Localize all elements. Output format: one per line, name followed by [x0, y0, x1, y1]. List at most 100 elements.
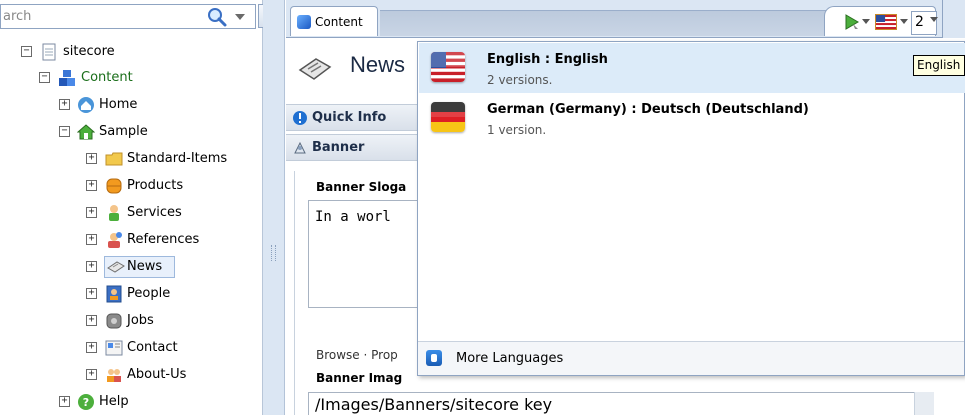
content-tree-pane: arch − sitecore − Content + Home − Sampl…: [0, 0, 276, 415]
tree-item-label: Sample: [99, 124, 148, 139]
tree-item-label: Content: [81, 70, 133, 85]
expand-icon[interactable]: +: [59, 99, 70, 110]
search-icon[interactable]: [206, 6, 228, 28]
sample-house-icon: [77, 124, 95, 140]
tree-item-people[interactable]: + People: [0, 282, 258, 306]
tree-item-standard-items[interactable]: + Standard-Items: [0, 147, 258, 171]
banner-section-icon: [294, 141, 306, 154]
collapse-icon[interactable]: −: [39, 72, 50, 83]
language-name: English : English: [487, 52, 608, 67]
expand-icon[interactable]: +: [86, 180, 97, 191]
tree-item-label: About-Us: [127, 367, 187, 382]
expand-icon[interactable]: +: [86, 369, 97, 380]
expand-icon[interactable]: +: [86, 234, 97, 245]
section-label: Banner: [312, 140, 365, 155]
language-flag-button[interactable]: [875, 14, 897, 30]
language-name: German (Germany) : Deutsch (Deutschland): [487, 102, 809, 117]
tree-item-label: Services: [127, 205, 182, 220]
expand-icon[interactable]: +: [86, 153, 97, 164]
folder-icon: [105, 152, 123, 166]
splitter-grip-icon: [271, 245, 276, 261]
tab-label: Content: [315, 15, 363, 29]
help-icon: ?: [78, 394, 94, 410]
field-gutter: [914, 392, 934, 415]
language-dropdown-arrow-icon[interactable]: [900, 19, 908, 24]
tree-item-label: Products: [127, 178, 184, 193]
search-input[interactable]: arch: [3, 9, 31, 24]
navigate-dropdown-arrow-icon[interactable]: [862, 19, 870, 24]
expand-icon[interactable]: +: [86, 261, 97, 272]
tree-item-jobs[interactable]: + Jobs: [0, 309, 258, 333]
tree-item-services[interactable]: + Services: [0, 201, 258, 225]
tree-item-home[interactable]: + Home: [0, 93, 258, 117]
us-flag-icon: [431, 52, 465, 82]
references-icon: [108, 232, 122, 248]
tree-item-label: Jobs: [127, 313, 154, 328]
about-us-icon: [107, 369, 121, 382]
german-flag-icon: [431, 102, 465, 132]
version-selector[interactable]: 2: [911, 11, 938, 35]
section-label: Quick Info: [312, 110, 387, 125]
expand-icon[interactable]: +: [86, 315, 97, 326]
products-icon: [106, 178, 122, 194]
tree-item-products[interactable]: + Products: [0, 174, 258, 198]
collapse-icon[interactable]: −: [59, 126, 70, 137]
jobs-icon: [106, 313, 122, 329]
tree-item-news[interactable]: + News: [0, 255, 258, 279]
tab-strip: [380, 10, 840, 36]
tree-item-label: Standard-Items: [127, 151, 228, 166]
news-icon: [107, 261, 125, 273]
more-languages-label: More Languages: [456, 351, 564, 366]
tree-item-label: People: [127, 286, 171, 301]
banner-image-field[interactable]: /Images/Banners/sitecore key: [308, 392, 918, 415]
tree-item-sitecore[interactable]: − sitecore: [0, 40, 258, 64]
expand-icon[interactable]: +: [86, 207, 97, 218]
language-option-german[interactable]: German (Germany) : Deutsch (Deutschland)…: [419, 93, 965, 143]
search-dropdown-arrow-icon[interactable]: [235, 14, 245, 20]
language-versions: 2 versions.: [487, 73, 553, 87]
item-title: News: [350, 52, 406, 77]
banner-slogan-label: Banner Sloga: [316, 180, 407, 194]
tree-item-label: Help: [99, 394, 129, 409]
news-item-icon: [298, 58, 332, 80]
search-box[interactable]: arch: [0, 4, 256, 29]
editor-toolbar-right: 2: [824, 6, 938, 36]
quick-info-icon: [293, 111, 307, 125]
tree-item-references[interactable]: + References: [0, 228, 258, 252]
document-icon: [42, 43, 56, 61]
collapse-icon[interactable]: −: [21, 46, 32, 57]
editor-tab-bar: Content 2: [286, 0, 965, 38]
version-dropdown-arrow-icon: [930, 17, 938, 22]
tab-bar-edge: [942, 0, 965, 38]
people-icon: [106, 285, 122, 303]
tree-item-label: News: [127, 259, 163, 274]
contact-icon: [105, 340, 123, 356]
version-number: 2: [915, 14, 924, 30]
more-languages-icon: [426, 350, 442, 366]
language-option-english[interactable]: English : English 2 versions.: [419, 43, 965, 93]
tree-item-contact[interactable]: + Contact: [0, 336, 258, 360]
tree-item-help[interactable]: + ? Help: [0, 390, 258, 414]
tree-item-label: sitecore: [63, 44, 115, 59]
field-links[interactable]: Browse · Prop: [316, 348, 398, 362]
tree-item-label: Contact: [127, 340, 178, 355]
svg-text:?: ?: [83, 396, 89, 409]
services-person-icon: [109, 205, 119, 221]
language-menu: English : English 2 versions. German (Ge…: [417, 41, 965, 376]
pane-splitter[interactable]: [263, 0, 285, 415]
expand-icon[interactable]: +: [86, 288, 97, 299]
expand-icon[interactable]: +: [86, 342, 97, 353]
language-versions: 1 version.: [487, 123, 547, 137]
tab-content[interactable]: Content: [290, 6, 378, 36]
content-tab-icon: [297, 15, 311, 29]
tree-item-sample[interactable]: − Sample: [0, 120, 258, 144]
tree-item-about-us[interactable]: + About-Us: [0, 363, 258, 387]
content-cubes-icon: [59, 70, 75, 86]
navigate-play-icon[interactable]: [843, 13, 861, 31]
tree-item-label: References: [127, 232, 200, 247]
expand-icon[interactable]: +: [59, 396, 70, 407]
more-languages-item[interactable]: More Languages: [418, 341, 964, 375]
tooltip: English: [913, 55, 965, 76]
home-icon: [78, 97, 94, 113]
tree-item-content[interactable]: − Content: [0, 66, 258, 90]
